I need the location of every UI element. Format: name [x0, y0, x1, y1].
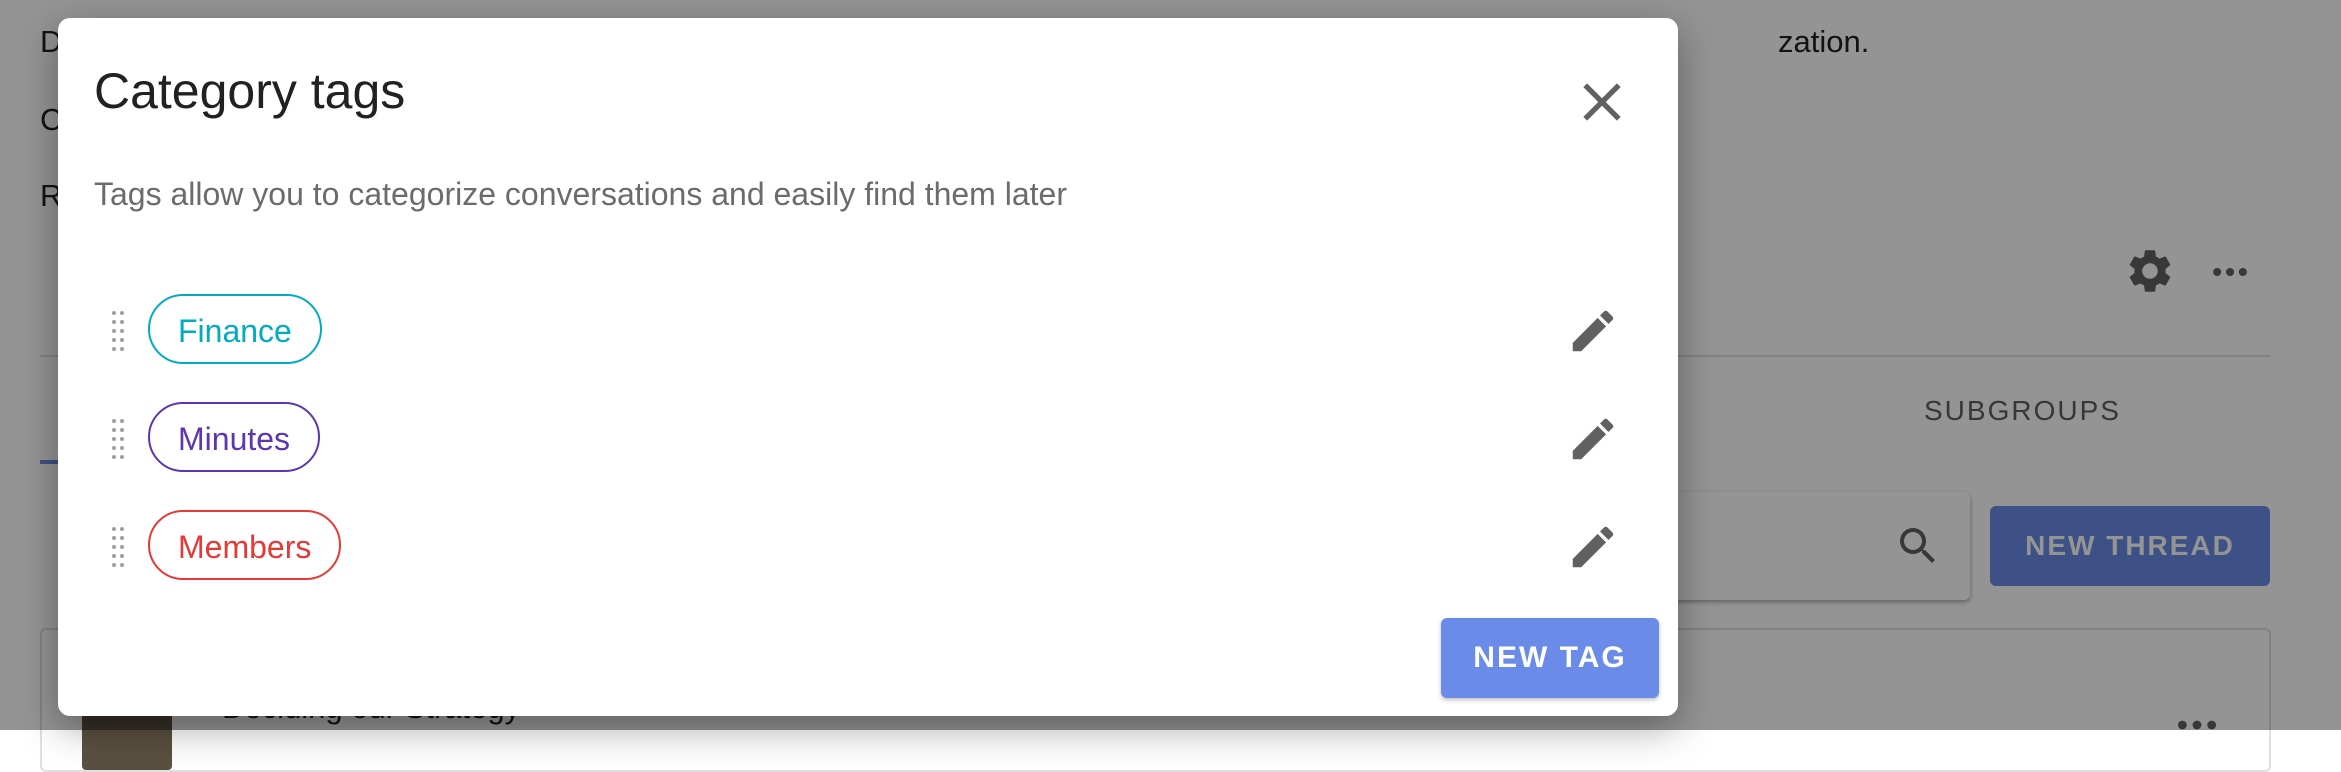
- close-icon: [1583, 83, 1621, 121]
- drag-handle-icon[interactable]: [110, 524, 126, 570]
- tag-row-finance: Finance: [58, 294, 1678, 368]
- pencil-icon: [1572, 526, 1614, 568]
- drag-handle-icon[interactable]: [110, 308, 126, 354]
- edit-tag-button[interactable]: [1566, 412, 1620, 466]
- drag-handle-icon[interactable]: [110, 416, 126, 462]
- pencil-icon: [1572, 310, 1614, 352]
- tag-row-minutes: Minutes: [58, 402, 1678, 476]
- pencil-icon: [1572, 418, 1614, 460]
- edit-tag-button[interactable]: [1566, 304, 1620, 358]
- dialog-title: Category tags: [94, 63, 406, 119]
- tag-chip-members[interactable]: Members: [148, 510, 342, 580]
- tag-row-members: Members: [58, 510, 1678, 584]
- close-button[interactable]: [1570, 70, 1634, 134]
- edit-tag-button[interactable]: [1566, 520, 1620, 574]
- dialog-description: Tags allow you to categorize conversatio…: [94, 176, 1067, 212]
- new-tag-button[interactable]: NEW TAG: [1441, 618, 1659, 698]
- tag-chip-finance[interactable]: Finance: [148, 294, 322, 364]
- tag-chip-minutes[interactable]: Minutes: [148, 402, 321, 472]
- category-tags-dialog: Category tags Tags allow you to categori…: [58, 18, 1678, 716]
